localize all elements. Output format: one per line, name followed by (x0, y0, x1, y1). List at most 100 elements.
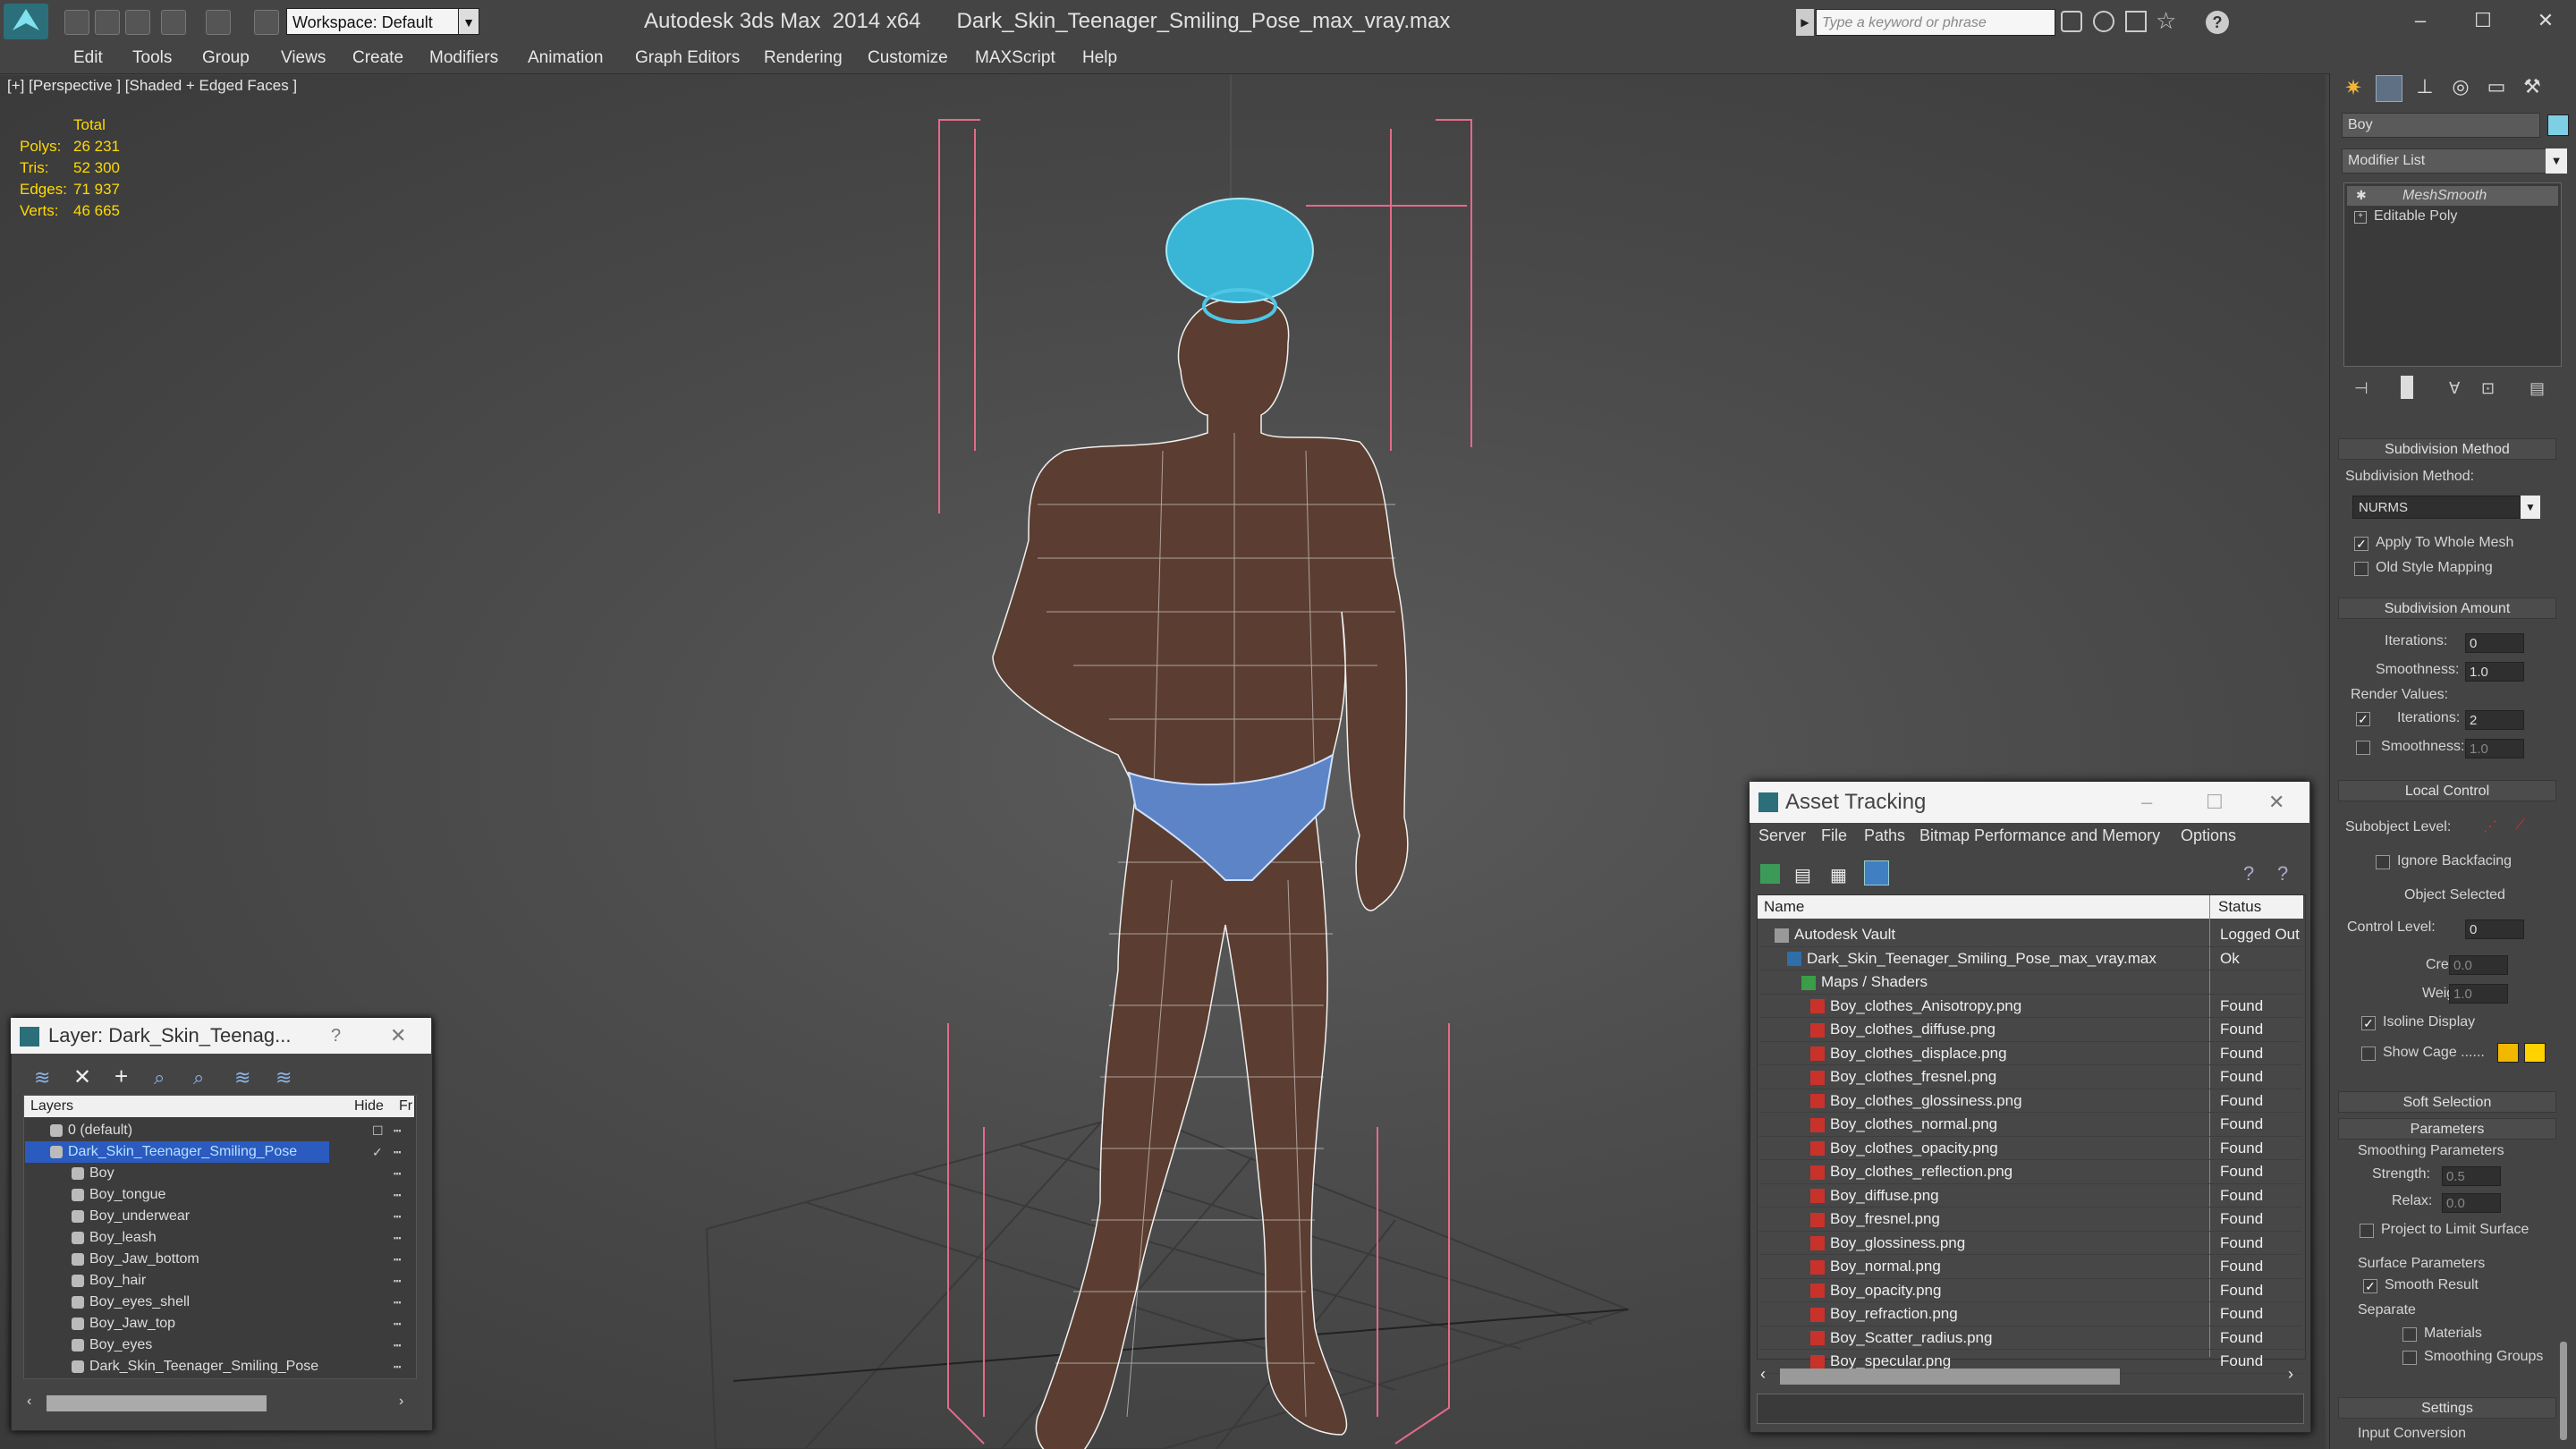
asset-row[interactable]: Boy_clothes_Anisotropy.png Found (1758, 995, 2302, 1018)
freeze-toggle[interactable]: ┅ (394, 1335, 401, 1356)
asset-row[interactable]: Boy_opacity.png Found (1758, 1279, 2302, 1302)
menu-group[interactable]: Group (202, 43, 250, 73)
asset-row[interactable]: Boy_normal.png Found (1758, 1255, 2302, 1279)
isoline-display-checkbox[interactable]: ✓ (2361, 1016, 2376, 1030)
cage-color-swatch-2[interactable] (2524, 1043, 2546, 1063)
crease-spinner[interactable]: 0.0 (2449, 955, 2508, 975)
help-icon[interactable]: ? (2243, 862, 2254, 886)
layer-row[interactable]: Dark_Skin_Teenager_Smiling_Pose ┅ (25, 1356, 413, 1377)
layer-row[interactable]: Dark_Skin_Teenager_Smiling_Pose ✓ ┅ (25, 1141, 401, 1163)
lightbulb-icon[interactable]: ✱ (2356, 188, 2367, 203)
configure-sets-icon[interactable]: ▤ (2529, 379, 2545, 398)
asset-row[interactable]: Maps / Shaders (1758, 970, 2302, 995)
rollout-subdivision-method[interactable]: Subdivision Method (2338, 438, 2556, 460)
panel-scrollbar[interactable] (2560, 1342, 2567, 1440)
remove-modifier-icon[interactable]: ⊡ (2481, 379, 2495, 398)
new-file-icon[interactable] (64, 10, 89, 35)
menu-tools[interactable]: Tools (132, 43, 172, 73)
subdivision-method-select[interactable]: NURMS (2352, 496, 2521, 519)
freeze-toggle[interactable]: ┅ (394, 1227, 401, 1249)
search-input[interactable]: Type a keyword or phrase (1816, 9, 2055, 36)
help-icon[interactable]: ? (331, 1018, 341, 1054)
smooth-result-checkbox[interactable]: ✓ (2363, 1279, 2377, 1293)
project-limit-checkbox[interactable] (2360, 1224, 2374, 1238)
smoothing-groups-checkbox[interactable] (2402, 1351, 2417, 1365)
stack-item-label[interactable]: Editable Poly (2374, 208, 2457, 225)
modifier-list-dropdown[interactable]: Modifier List (2342, 148, 2549, 174)
rollout-subdivision-amount[interactable]: Subdivision Amount (2338, 597, 2556, 619)
menu-maxscript[interactable]: MAXScript (975, 43, 1055, 73)
undo-icon[interactable] (161, 10, 186, 35)
freeze-toggle[interactable]: ┅ (394, 1313, 401, 1335)
list-view-icon[interactable]: ▤ (1794, 864, 1811, 886)
redo-icon[interactable] (206, 10, 231, 35)
asset-row[interactable]: Boy_clothes_displace.png Found (1758, 1042, 2302, 1065)
asset-row[interactable]: Boy_diffuse.png Found (1758, 1184, 2302, 1208)
asset-row[interactable]: Dark_Skin_Teenager_Smiling_Pose_max_vray… (1758, 947, 2302, 970)
render-iterations-spinner[interactable]: 2 (2465, 710, 2524, 730)
app-logo-icon[interactable] (4, 4, 48, 39)
smoothness-spinner[interactable]: 1.0 (2465, 662, 2524, 682)
modify-tab-icon[interactable] (2376, 75, 2402, 102)
asset-menu-options[interactable]: Options (2181, 826, 2236, 845)
delete-layer-icon[interactable]: ✕ (73, 1064, 91, 1090)
minimize-button[interactable]: – (2394, 4, 2447, 38)
menu-modifiers[interactable]: Modifiers (429, 43, 498, 73)
pin-stack-icon[interactable]: ⊣ (2354, 379, 2368, 398)
show-cage-checkbox[interactable] (2361, 1046, 2376, 1061)
search-arrow-icon[interactable]: ▶ (1796, 9, 1814, 36)
edge-subobject-icon[interactable]: ⟋ (2515, 818, 2525, 834)
layer-row[interactable]: Boy_underwear ┅ (25, 1206, 413, 1227)
stack-item-label[interactable]: MeshSmooth (2402, 188, 2487, 204)
help-search-icon[interactable]: ? (2277, 862, 2288, 886)
strength-spinner[interactable]: 0.5 (2442, 1166, 2501, 1186)
motion-tab-icon[interactable]: ◎ (2447, 75, 2474, 102)
select-objects-icon[interactable]: ⌕ (154, 1066, 165, 1089)
hide-all-layers-icon[interactable]: ≋ (234, 1066, 250, 1089)
utilities-tab-icon[interactable]: ⚒ (2519, 75, 2546, 102)
chevron-down-icon[interactable]: ▼ (458, 8, 479, 35)
rollout-soft-selection[interactable]: Soft Selection (2338, 1091, 2556, 1113)
apply-whole-mesh-checkbox[interactable]: ✓ (2354, 537, 2368, 551)
save-file-icon[interactable] (125, 10, 150, 35)
highlight-layer-icon[interactable]: ⌕ (193, 1066, 204, 1089)
asset-menu-paths[interactable]: Paths (1864, 826, 1905, 845)
layer-row[interactable]: 0 (default) ☐ ┅ (25, 1120, 413, 1141)
layer-row[interactable]: Boy_hair ┅ (25, 1270, 413, 1292)
table-view-icon[interactable]: ▦ (1830, 864, 1847, 886)
old-style-mapping-checkbox[interactable] (2354, 562, 2368, 576)
layer-row[interactable]: Boy_eyes_shell ┅ (25, 1292, 413, 1313)
column-header-name[interactable]: Name (1764, 896, 1804, 918)
help-icon[interactable]: ? (2206, 11, 2229, 34)
viewport-label[interactable]: [+] [Perspective ] [Shaded + Edged Faces… (7, 77, 297, 95)
column-header-status[interactable]: Status (2218, 896, 2261, 918)
ignore-backfacing-checkbox[interactable] (2376, 855, 2390, 869)
asset-row[interactable]: Boy_clothes_diffuse.png Found (1758, 1018, 2302, 1042)
render-iterations-checkbox[interactable]: ✓ (2356, 712, 2370, 726)
refresh-icon[interactable] (1760, 864, 1780, 884)
menu-rendering[interactable]: Rendering (764, 43, 843, 73)
column-header-layers[interactable]: Layers (30, 1097, 73, 1116)
asset-row[interactable]: Boy_fresnel.png Found (1758, 1208, 2302, 1232)
asset-row[interactable]: Boy_clothes_fresnel.png Found (1758, 1065, 2302, 1089)
freeze-toggle[interactable]: ┅ (394, 1356, 401, 1377)
asset-menu-file[interactable]: File (1821, 826, 1847, 845)
close-icon[interactable]: ✕ (390, 1018, 406, 1054)
freeze-toggle[interactable]: ┅ (394, 1141, 401, 1163)
scroll-left-icon[interactable]: ‹ (27, 1394, 31, 1410)
layer-row[interactable]: Boy_leash ┅ (25, 1227, 413, 1249)
asset-row[interactable]: Boy_clothes_reflection.png Found (1758, 1160, 2302, 1184)
binoculars-icon[interactable] (2061, 11, 2082, 32)
control-level-spinner[interactable]: 0 (2465, 919, 2524, 939)
create-layer-icon[interactable]: ≋ (34, 1066, 50, 1089)
layer-row[interactable]: Boy_Jaw_top ┅ (25, 1313, 413, 1335)
asset-path-field[interactable] (1757, 1394, 2304, 1424)
asset-row[interactable]: Boy_clothes_glossiness.png Found (1758, 1089, 2302, 1113)
asset-row[interactable]: Boy_refraction.png Found (1758, 1302, 2302, 1326)
relax-spinner[interactable]: 0.0 (2442, 1193, 2501, 1213)
menu-animation[interactable]: Animation (528, 43, 604, 73)
project-folder-icon[interactable] (254, 10, 279, 35)
grid-view-icon[interactable] (1864, 860, 1889, 886)
layer-hscrollbar[interactable] (47, 1395, 267, 1411)
menu-edit[interactable]: Edit (73, 43, 103, 73)
